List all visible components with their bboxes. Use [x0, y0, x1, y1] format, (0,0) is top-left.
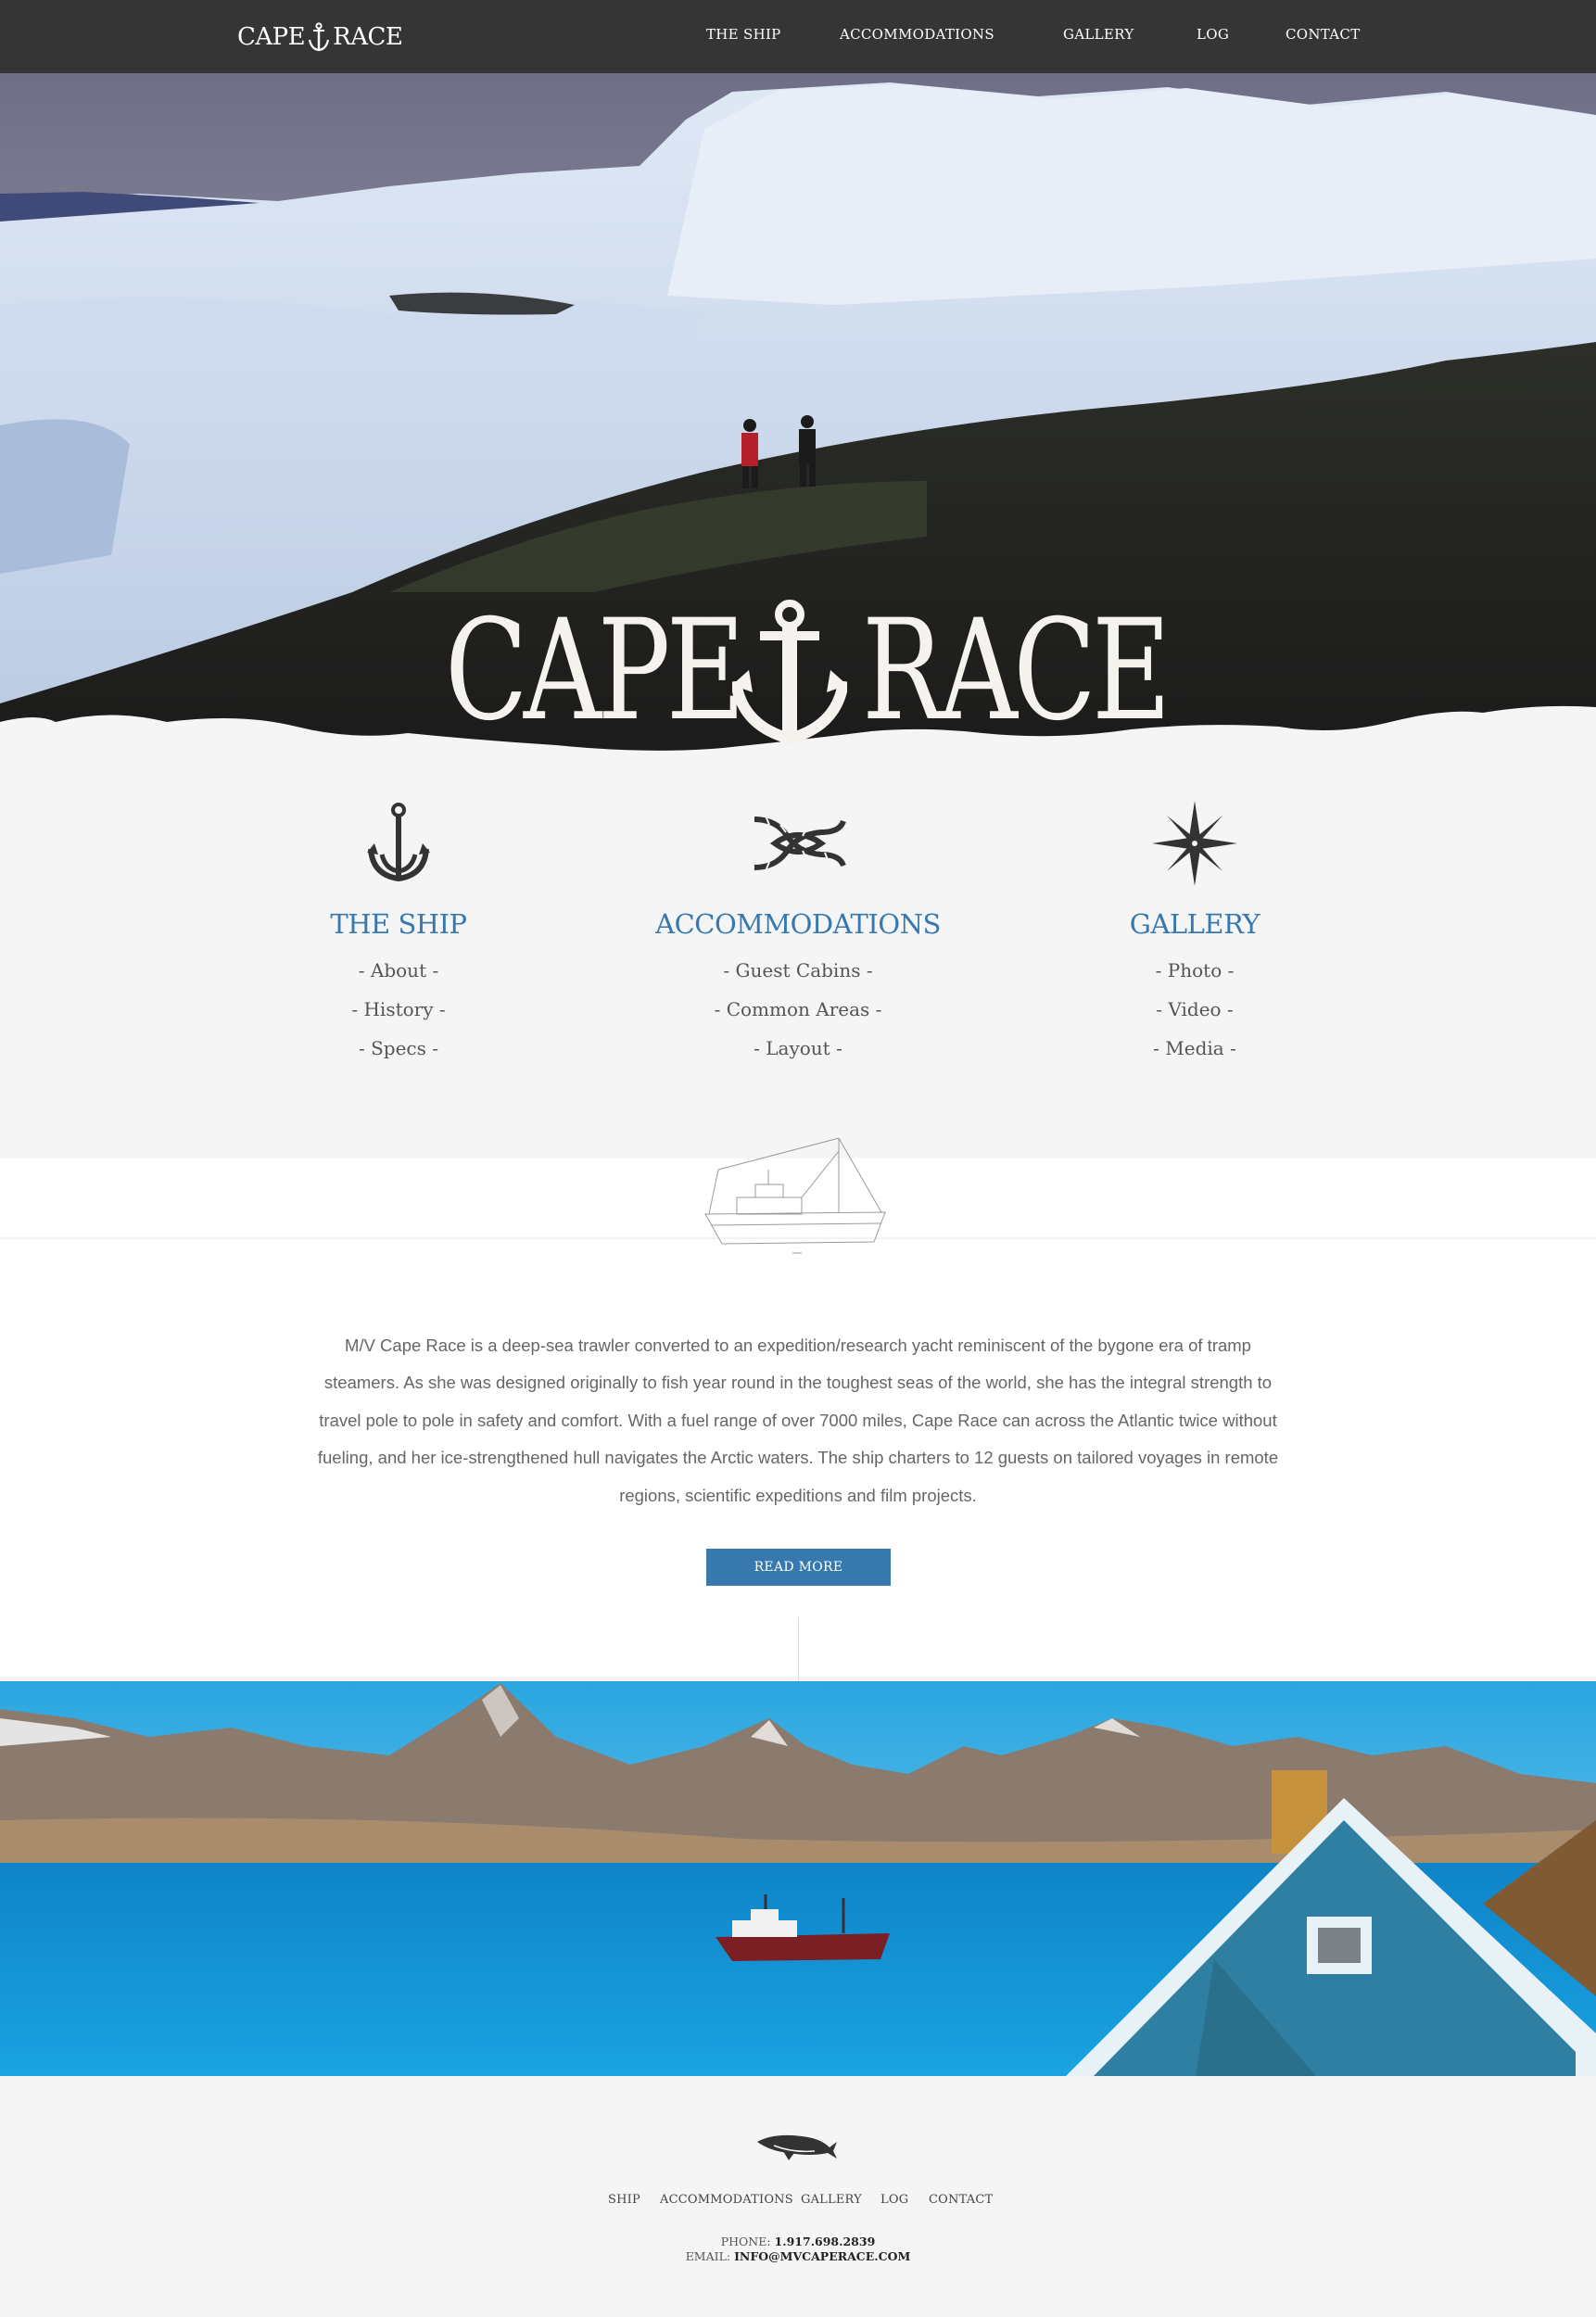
anchor-icon — [367, 803, 430, 882]
top-nav: CAPE RACE THE SHIP ACCOMMODATIONS GALLER… — [0, 0, 1596, 73]
intro-paragraph: M/V Cape Race is a deep-sea trawler conv… — [317, 1335, 1279, 1505]
logo-anchor-icon — [309, 22, 330, 52]
ship-sketch-icon — [704, 1137, 886, 1254]
feature-accommodations: ACCOMMODATIONS - Guest Cabins - - Common… — [594, 797, 1002, 1068]
nav-accommodations[interactable]: ACCOMMODATIONS — [840, 26, 994, 43]
feature-gallery: GALLERY - Photo - - Video - - Media - — [991, 797, 1399, 1068]
nav-contact[interactable]: CONTACT — [1286, 26, 1361, 43]
link-layout[interactable]: - Layout - — [594, 1029, 1002, 1068]
footer-link-contact[interactable]: CONTACT — [929, 2193, 993, 2207]
hero-title: CAPE RACE — [445, 590, 1171, 768]
link-about[interactable]: - About - — [195, 951, 602, 990]
nav-the-ship[interactable]: THE SHIP — [706, 26, 781, 43]
logo-text-left: CAPE — [237, 23, 306, 51]
read-more-button[interactable]: READ MORE — [706, 1549, 891, 1586]
feature-the-ship: THE SHIP - About - - History - - Specs - — [195, 797, 602, 1068]
logo-text-right: RACE — [333, 23, 403, 51]
link-history[interactable]: - History - — [195, 990, 602, 1029]
link-common-areas[interactable]: - Common Areas - — [594, 990, 1002, 1029]
email-address[interactable]: INFO@MVCAPERACE.COM — [734, 2249, 910, 2263]
divider-line — [798, 1617, 799, 1682]
nav-gallery[interactable]: GALLERY — [1063, 26, 1134, 43]
hero-title-right: RACE — [862, 590, 1171, 752]
hero-anchor-icon — [732, 600, 847, 744]
footer-phone: PHONE: 1.917.698.2839 — [720, 2235, 876, 2248]
footer-link-log[interactable]: LOG — [880, 2193, 908, 2207]
link-specs[interactable]: - Specs - — [195, 1029, 602, 1068]
link-guest-cabins[interactable]: - Guest Cabins - — [594, 951, 1002, 990]
link-media[interactable]: - Media - — [991, 1029, 1399, 1068]
nav-log[interactable]: LOG — [1197, 26, 1229, 43]
link-photo[interactable]: - Photo - — [991, 951, 1399, 990]
link-video[interactable]: - Video - — [991, 990, 1399, 1029]
footer — [0, 2076, 1596, 2317]
phone-number[interactable]: 1.917.698.2839 — [775, 2235, 876, 2248]
whale-icon — [757, 2134, 837, 2160]
feature-title[interactable]: THE SHIP — [195, 908, 602, 940]
hero-banner: CAPE RACE — [0, 73, 1596, 778]
feature-title[interactable]: ACCOMMODATIONS — [594, 908, 1002, 940]
fjord-photo — [0, 1681, 1596, 2076]
site-logo[interactable]: CAPE RACE — [237, 19, 403, 56]
hero-title-left: CAPE — [445, 590, 745, 752]
compass-star-icon — [1152, 801, 1237, 886]
feature-title[interactable]: GALLERY — [991, 908, 1399, 940]
footer-link-ship[interactable]: SHIP — [608, 2193, 640, 2207]
footer-email: EMAIL: INFO@MVCAPERACE.COM — [685, 2249, 911, 2263]
rope-knot-icon — [754, 815, 846, 872]
fjord-image — [0, 1681, 1596, 2076]
footer-link-gallery[interactable]: GALLERY — [801, 2193, 862, 2207]
footer-link-accommodations[interactable]: ACCOMMODATIONS — [660, 2193, 793, 2207]
